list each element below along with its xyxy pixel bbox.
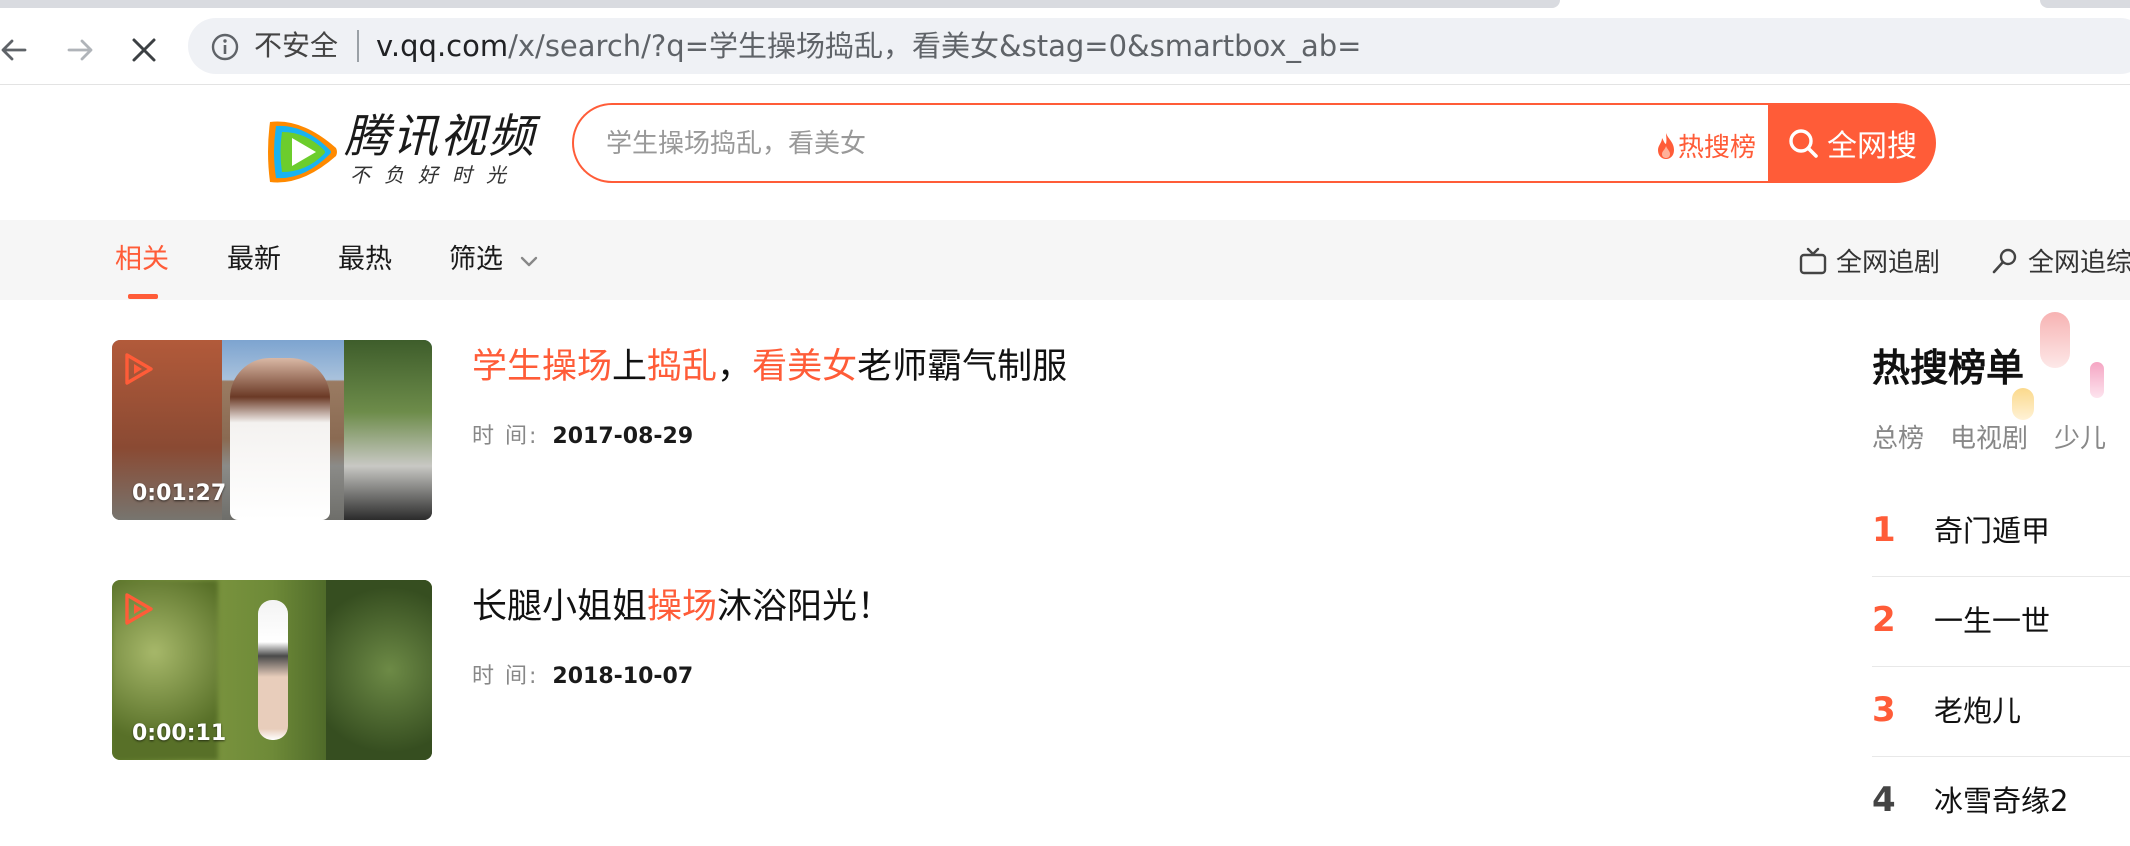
hotlist-item[interactable]: 3 老炮儿 bbox=[1872, 666, 2130, 757]
back-button[interactable] bbox=[0, 30, 34, 70]
video-thumbnail[interactable]: 0:01:27 bbox=[112, 340, 432, 520]
site-info-button[interactable] bbox=[210, 32, 240, 62]
tab-hottest[interactable]: 最热 bbox=[338, 242, 392, 278]
search-icon bbox=[1789, 129, 1818, 158]
search-field[interactable]: 热搜榜 bbox=[572, 103, 1774, 183]
follow-variety-label: 全网追综 bbox=[2028, 248, 2130, 278]
hotlist-decoration bbox=[2040, 312, 2070, 368]
title-text: 上 bbox=[612, 347, 648, 387]
hotlist-name: 老炮儿 bbox=[1934, 694, 2022, 728]
title-highlight: 操场 bbox=[647, 587, 718, 627]
result-meta: 时 间: 2018-10-07 bbox=[472, 662, 693, 692]
title-text: 沐浴阳光！ bbox=[717, 587, 893, 627]
hotlist-name: 奇门遁甲 bbox=[1934, 514, 2051, 548]
browser-toolbar: 不安全 v.qq.com/x/search/?q=学生操场捣乱，看美女&stag… bbox=[0, 8, 2130, 85]
hotlist-tab-tv[interactable]: 电视剧 bbox=[1950, 424, 2028, 454]
result-title[interactable]: 长腿小姐姐操场沐浴阳光！ bbox=[472, 582, 892, 632]
follow-dramas-label: 全网追剧 bbox=[1836, 248, 1941, 278]
video-duration: 0:01:27 bbox=[132, 481, 227, 506]
url-text[interactable]: v.qq.com/x/search/?q=学生操场捣乱，看美女&stag=0&s… bbox=[376, 30, 1361, 62]
hotlist-decoration bbox=[2012, 388, 2034, 420]
logo-slogan: 不负好时光 bbox=[350, 163, 520, 187]
search-input[interactable] bbox=[604, 121, 1608, 167]
follow-variety-link[interactable]: 全网追综 bbox=[1990, 242, 2130, 279]
flame-icon bbox=[1658, 132, 1674, 159]
result-meta: 时 间: 2017-08-29 bbox=[472, 422, 693, 452]
hotlist-item[interactable]: 1 奇门遁甲 bbox=[1872, 486, 2130, 577]
video-thumbnail[interactable]: 0:00:11 bbox=[112, 580, 432, 760]
thumbnail-grass-right bbox=[326, 580, 432, 760]
hotlist-tab-overall[interactable]: 总榜 bbox=[1872, 424, 1924, 454]
publish-date: 2018-10-07 bbox=[552, 664, 694, 689]
hot-search-link[interactable]: 热搜榜 bbox=[1654, 127, 1756, 164]
title-highlight: 捣乱 bbox=[647, 347, 718, 387]
tab-filter[interactable]: 筛选 bbox=[449, 242, 540, 278]
forward-button[interactable] bbox=[60, 30, 100, 70]
hotlist-rank: 4 bbox=[1872, 780, 1896, 820]
stop-button[interactable] bbox=[124, 30, 164, 70]
arrow-left-icon bbox=[1, 39, 27, 61]
thumbnail-trees bbox=[344, 340, 432, 520]
security-label[interactable]: 不安全 bbox=[254, 32, 338, 60]
hotlist-item[interactable]: 4 冰雪奇缘2 bbox=[1872, 756, 2130, 846]
hotlist-title: 热搜榜单 bbox=[1872, 346, 2025, 390]
hotlist-decoration bbox=[2090, 362, 2104, 398]
search-result: 0:01:27 学生操场上捣乱，看美女老师霸气制服 时 间: 2017-08-29 bbox=[112, 340, 1312, 520]
follow-dramas-link[interactable]: 全网追剧 bbox=[1798, 242, 1940, 279]
filter-label: 筛选 bbox=[449, 244, 503, 275]
tencent-play-badge-icon bbox=[125, 593, 153, 625]
thumbnail-person bbox=[230, 358, 330, 520]
tab-latest[interactable]: 最新 bbox=[227, 242, 281, 278]
hot-search-label: 热搜榜 bbox=[1678, 133, 1757, 163]
browser-tabstrip-right bbox=[2040, 0, 2130, 8]
arrow-right-icon bbox=[67, 39, 93, 61]
tencent-video-logo[interactable]: 腾讯视频 不负好时光 bbox=[262, 108, 542, 192]
search-bar: 热搜榜 全网搜 bbox=[572, 103, 1936, 183]
thumbnail-person bbox=[258, 600, 288, 740]
tencent-play-badge-icon bbox=[125, 353, 153, 385]
play-logo-icon bbox=[268, 121, 337, 183]
search-all-button[interactable]: 全网搜 bbox=[1768, 103, 1936, 183]
time-label: 时 间: bbox=[472, 424, 539, 449]
hotlist-rank: 2 bbox=[1872, 600, 1896, 640]
logo-text: 腾讯视频 bbox=[344, 109, 536, 163]
hotlist-tabs: 总榜 电视剧 少儿 bbox=[1872, 422, 2130, 456]
url-path: /x/search/?q=学生操场捣乱，看美女&stag=0&smartbox_… bbox=[508, 29, 1362, 63]
search-button-label: 全网搜 bbox=[1827, 129, 1917, 164]
title-text: 长腿小姐姐 bbox=[472, 587, 648, 627]
tv-icon bbox=[1799, 247, 1827, 274]
address-bar[interactable]: 不安全 v.qq.com/x/search/?q=学生操场捣乱，看美女&stag… bbox=[188, 18, 2130, 74]
hotlist-name: 冰雪奇缘2 bbox=[1934, 784, 2069, 818]
hotlist-name: 一生一世 bbox=[1934, 604, 2051, 638]
time-label: 时 间: bbox=[472, 664, 539, 689]
chevron-down-icon bbox=[520, 256, 537, 266]
result-title[interactable]: 学生操场上捣乱，看美女老师霸气制服 bbox=[472, 342, 1067, 392]
microphone-icon bbox=[1992, 248, 2017, 273]
hotlist-rank: 3 bbox=[1872, 690, 1896, 730]
hotlist-rank: 1 bbox=[1872, 510, 1896, 550]
hotlist-tab-kids[interactable]: 少儿 bbox=[2054, 424, 2106, 454]
close-icon bbox=[132, 38, 156, 62]
url-host: v.qq.com bbox=[376, 29, 509, 63]
publish-date: 2017-08-29 bbox=[552, 424, 694, 449]
search-result: 0:00:11 长腿小姐姐操场沐浴阳光！ 时 间: 2018-10-07 bbox=[112, 580, 1312, 760]
omnibox-separator bbox=[357, 30, 359, 62]
video-duration: 0:00:11 bbox=[132, 721, 227, 746]
title-text: 老师霸气制服 bbox=[857, 347, 1068, 387]
tab-relevant[interactable]: 相关 bbox=[115, 242, 169, 278]
info-icon bbox=[211, 33, 239, 61]
browser-tabstrip bbox=[0, 0, 1560, 8]
filter-bar: 相关 最新 最热 筛选 全网追剧 全网追综 bbox=[0, 220, 2130, 300]
title-highlight: 看美女 bbox=[752, 347, 858, 387]
title-highlight: 学生操场 bbox=[472, 347, 613, 387]
active-tab-indicator bbox=[128, 294, 158, 299]
hotlist-item[interactable]: 2 一生一世 bbox=[1872, 576, 2130, 667]
title-text: ， bbox=[717, 347, 753, 387]
